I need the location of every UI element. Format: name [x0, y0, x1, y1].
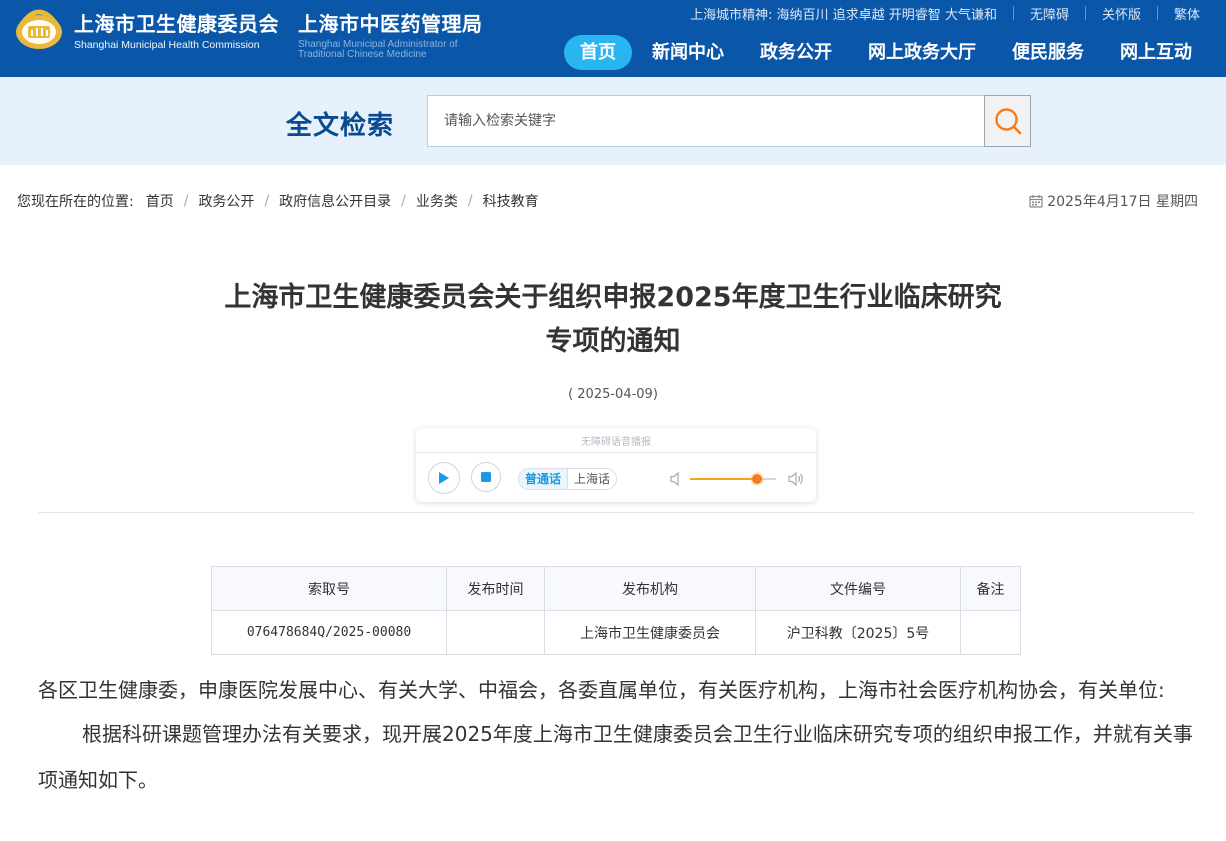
search-input[interactable]	[427, 95, 985, 147]
city-spirit-label: 上海城市精神:	[690, 7, 773, 23]
article-body: 各区卫生健康委，申康医院发展中心、有关大学、中福会，各委直属单位，有关医疗机构，…	[38, 674, 1198, 803]
breadcrumb-info-catalog[interactable]: 政府信息公开目录	[279, 191, 391, 211]
article-title: 上海市卫生健康委员会关于组织申报2025年度卫生行业临床研究 专项的通知	[0, 276, 1226, 364]
city-spirit-text: 海纳百川 追求卓越 开明睿智 大气谦和	[776, 7, 997, 23]
calendar-icon	[1029, 195, 1043, 208]
dialect-toggle: 普通话 上海话	[518, 468, 618, 490]
breadcrumb-sci-edu[interactable]: 科技教育	[483, 191, 539, 211]
section-divider	[38, 512, 1194, 513]
volume-low-icon[interactable]	[669, 471, 683, 487]
article-title-line2: 专项的通知	[545, 326, 681, 357]
volume-high-icon[interactable]	[787, 471, 805, 487]
brand-commission-en: Shanghai Municipal Health Commission	[74, 39, 260, 51]
divider	[1012, 6, 1014, 20]
salutation-paragraph: 各区卫生健康委，申康医院发展中心、有关大学、中福会，各委直属单位，有关医疗机构，…	[38, 678, 1165, 702]
search-title: 全文检索	[286, 111, 395, 141]
lang-mandarin[interactable]: 普通话	[519, 469, 568, 489]
nav-online-services[interactable]: 网上政务大厅	[850, 35, 994, 70]
current-date-text: 2025年4月17日 星期四	[1047, 194, 1198, 210]
search-icon	[994, 108, 1021, 135]
breadcrumb: 您现在所在的位置: 首页 / 政务公开 / 政府信息公开目录 / 业务类 / 科…	[17, 191, 539, 211]
publish-date: ( 2025-04-09)	[568, 387, 658, 402]
brand-tcm-bureau[interactable]: 上海市中医药管理局 Shanghai Municipal Administrat…	[298, 8, 498, 60]
col-publisher: 发布机构	[544, 566, 756, 611]
volume-fill	[690, 478, 757, 480]
cell-index-no: 076478684Q/2025-00080	[211, 610, 447, 655]
brand-tcm-en: Shanghai Municipal Administrator of Trad…	[298, 39, 458, 60]
main-nav: 首页 新闻中心 政务公开 网上政务大厅 便民服务 网上互动	[564, 35, 1210, 70]
volume-knob[interactable]	[752, 474, 762, 484]
stop-icon	[481, 472, 491, 482]
breadcrumb-business[interactable]: 业务类	[416, 191, 458, 211]
player-hint: 无障碍语音播报	[581, 437, 651, 448]
col-publish-time: 发布时间	[446, 566, 545, 611]
search-button[interactable]	[984, 95, 1031, 147]
brand-tcm-cn: 上海市中医药管理局	[298, 12, 483, 36]
logo-emblem-icon[interactable]	[14, 6, 64, 50]
site-header: 上海市卫生健康委员会 Shanghai Municipal Health Com…	[0, 0, 1226, 77]
search-band: 全文检索	[0, 77, 1226, 165]
divider	[1156, 6, 1158, 20]
play-button[interactable]	[428, 462, 460, 494]
breadcrumb-separator: /	[401, 193, 406, 209]
breadcrumb-label: 您现在所在的位置:	[17, 194, 134, 210]
lang-shanghainese[interactable]: 上海话	[567, 469, 616, 489]
cell-publish-time	[446, 610, 545, 655]
table-header-row: 索取号 发布时间 发布机构 文件编号 备注	[211, 566, 1021, 611]
brand-commission[interactable]: 上海市卫生健康委员会 Shanghai Municipal Health Com…	[74, 8, 279, 51]
breadcrumb-separator: /	[264, 193, 270, 209]
col-index-no: 索取号	[211, 566, 447, 611]
nav-news[interactable]: 新闻中心	[634, 35, 742, 70]
document-meta-table: 索取号 发布时间 发布机构 文件编号 备注 076478684Q/2025-00…	[211, 566, 1021, 655]
brand-commission-cn: 上海市卫生健康委员会	[74, 12, 279, 36]
cell-publisher: 上海市卫生健康委员会	[544, 610, 756, 655]
traditional-chinese-link[interactable]: 繁体	[1174, 4, 1200, 23]
accessibility-link[interactable]: 无障碍	[1030, 4, 1069, 23]
breadcrumb-separator: /	[467, 193, 473, 209]
current-date: 2025年4月17日 星期四	[1029, 191, 1198, 211]
cell-remarks	[960, 610, 1021, 655]
col-doc-number: 文件编号	[755, 566, 961, 611]
play-icon	[439, 472, 449, 484]
audio-player: 无障碍语音播报 普通话 上海话	[416, 428, 816, 502]
nav-interaction[interactable]: 网上互动	[1102, 35, 1210, 70]
col-remarks: 备注	[960, 566, 1021, 611]
body-paragraph: 根据科研课题管理办法有关要求，现开展2025年度上海市卫生健康委员会卫生行业临床…	[38, 722, 1193, 792]
stop-button[interactable]	[471, 462, 501, 492]
elder-care-link[interactable]: 关怀版	[1102, 4, 1141, 23]
divider	[1084, 6, 1086, 20]
article-title-line1: 上海市卫生健康委员会关于组织申报2025年度卫生行业临床研究	[224, 282, 1002, 313]
player-divider	[416, 452, 816, 453]
breadcrumb-gov-affairs[interactable]: 政务公开	[198, 191, 254, 211]
nav-public-services[interactable]: 便民服务	[994, 35, 1102, 70]
volume-slider[interactable]	[690, 474, 776, 484]
breadcrumb-home[interactable]: 首页	[146, 191, 174, 211]
nav-gov-affairs[interactable]: 政务公开	[742, 35, 850, 70]
nav-home[interactable]: 首页	[564, 35, 632, 70]
top-utility-bar: 上海城市精神: 海纳百川 追求卓越 开明睿智 大气谦和 无障碍 关怀版 繁体	[690, 4, 1200, 23]
cell-doc-number: 沪卫科教〔2025〕5号	[755, 610, 961, 655]
breadcrumb-separator: /	[183, 193, 189, 209]
table-row: 076478684Q/2025-00080 上海市卫生健康委员会 沪卫科教〔20…	[211, 610, 1021, 655]
